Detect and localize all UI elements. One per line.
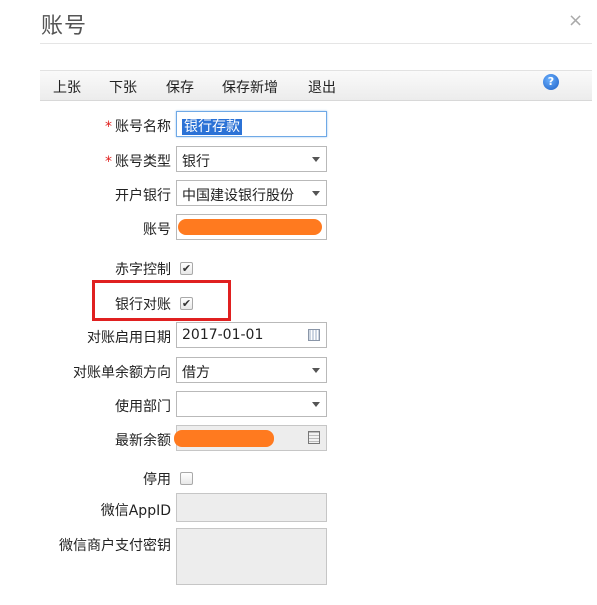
chevron-down-icon xyxy=(312,157,320,162)
bank-value: 中国建设银行股份 xyxy=(182,188,294,204)
help-icon[interactable]: ? xyxy=(543,74,559,90)
reconcile-start-date-input[interactable]: 2017-01-01 xyxy=(176,322,327,348)
red-control-label: 赤字控制 xyxy=(115,262,171,278)
reconcile-start-value: 2017-01-01 xyxy=(182,327,264,343)
save-new-button[interactable]: 保存新增 xyxy=(222,77,278,97)
balance-direction-select[interactable]: 借方 xyxy=(176,357,327,383)
next-button[interactable]: 下张 xyxy=(109,77,137,97)
account-type-value: 银行 xyxy=(182,154,210,170)
account-no-input[interactable] xyxy=(176,214,327,240)
chevron-down-icon xyxy=(312,402,320,407)
redaction-mark xyxy=(174,430,274,447)
department-select[interactable] xyxy=(176,391,327,417)
wechat-key-label: 微信商户支付密钥 xyxy=(59,538,171,554)
account-name-value: 银行存款 xyxy=(182,119,242,135)
account-name-label: * 账号名称 xyxy=(105,119,171,135)
disabled-label: 停用 xyxy=(143,472,171,488)
wechat-key-textarea xyxy=(176,528,327,585)
reconcile-start-label: 对账启用日期 xyxy=(87,330,171,346)
account-name-input[interactable]: 银行存款 xyxy=(176,111,327,137)
redaction-mark xyxy=(178,219,322,235)
latest-balance-input xyxy=(174,425,327,451)
latest-balance-label: 最新余额 xyxy=(115,433,171,449)
header-divider xyxy=(40,43,592,44)
department-label: 使用部门 xyxy=(115,399,171,415)
required-marker: * xyxy=(105,119,112,135)
chevron-down-icon xyxy=(312,368,320,373)
prev-button[interactable]: 上张 xyxy=(53,77,81,97)
account-type-select[interactable]: 银行 xyxy=(176,146,327,172)
reconcile-label: 银行对账 xyxy=(115,297,171,313)
disabled-checkbox[interactable] xyxy=(180,472,193,485)
save-button[interactable]: 保存 xyxy=(166,77,194,97)
wechat-appid-input xyxy=(176,493,327,522)
balance-direction-label: 对账单余额方向 xyxy=(73,365,171,381)
wechat-appid-label: 微信AppID xyxy=(100,503,171,519)
exit-button[interactable]: 退出 xyxy=(308,77,336,97)
bank-label: 开户银行 xyxy=(115,188,171,204)
required-marker: * xyxy=(105,154,112,170)
account-no-label: 账号 xyxy=(143,222,171,238)
reconcile-checkbox[interactable]: ✔ xyxy=(180,297,193,310)
toolbar: 上张 下张 保存 保存新增 退出 ? xyxy=(40,70,592,101)
red-control-checkbox[interactable]: ✔ xyxy=(180,262,193,275)
bank-select[interactable]: 中国建设银行股份 xyxy=(176,180,327,206)
account-type-label: * 账号类型 xyxy=(105,154,171,170)
balance-direction-value: 借方 xyxy=(182,365,210,381)
calculator-icon[interactable] xyxy=(308,431,320,444)
calendar-icon[interactable] xyxy=(308,329,320,341)
chevron-down-icon xyxy=(312,191,320,196)
close-icon[interactable]: × xyxy=(568,10,583,31)
dialog-title: 账号 xyxy=(41,14,88,39)
